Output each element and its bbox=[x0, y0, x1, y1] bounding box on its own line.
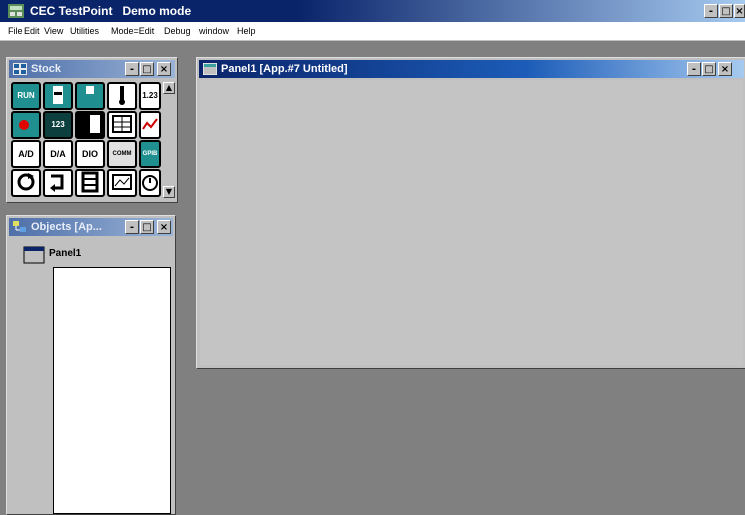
menu-mode[interactable]: Mode=Edit bbox=[111, 22, 154, 40]
picture-icon bbox=[112, 174, 132, 190]
stock-window: Stock - □ × RUN 1.23 123 A/D D/A DIO COM… bbox=[6, 57, 178, 203]
tool-thermometer[interactable] bbox=[107, 82, 137, 110]
menu-file[interactable]: File bbox=[8, 22, 23, 40]
tool-numeric-display[interactable]: 123 bbox=[43, 111, 73, 139]
tool-indicator-lamp[interactable] bbox=[11, 111, 41, 139]
tool-dio[interactable]: DIO bbox=[75, 140, 105, 168]
tool-switch[interactable] bbox=[75, 111, 105, 139]
objects-maximize-button[interactable]: □ bbox=[140, 220, 154, 234]
loop-arrow-icon bbox=[17, 173, 35, 191]
scroll-down-icon[interactable]: ▼ bbox=[163, 186, 175, 198]
panel1-close-button[interactable]: × bbox=[718, 62, 732, 76]
menu-help[interactable]: Help bbox=[237, 22, 256, 40]
objects-title-bar[interactable]: Objects [Ap... - □ × bbox=[9, 218, 173, 236]
tool-branch[interactable] bbox=[43, 169, 73, 197]
tool-graph[interactable] bbox=[139, 111, 161, 139]
app-title: CEC TestPoint Demo mode bbox=[30, 4, 192, 18]
tool-comm[interactable]: COMM bbox=[107, 140, 137, 168]
meter-bar-icon bbox=[86, 86, 94, 104]
switch-icon bbox=[90, 115, 100, 133]
objects-tree-icon bbox=[13, 221, 26, 232]
app-minimize-button[interactable]: - bbox=[704, 4, 718, 18]
stopwatch-icon bbox=[142, 175, 158, 191]
lamp-dot-icon bbox=[19, 120, 29, 130]
graph-icon bbox=[142, 118, 158, 130]
tool-timer[interactable] bbox=[139, 169, 161, 197]
stock-close-button[interactable]: × bbox=[157, 62, 171, 76]
branch-arrow-icon bbox=[50, 174, 64, 192]
stock-maximize-button[interactable]: □ bbox=[140, 62, 154, 76]
slider-icon bbox=[53, 86, 63, 104]
objects-close-button[interactable]: × bbox=[157, 220, 171, 234]
tool-picture[interactable] bbox=[107, 169, 137, 197]
tool-display[interactable]: 1.23 bbox=[139, 82, 161, 110]
stock-scrollbar[interactable]: ▲ ▼ bbox=[163, 82, 175, 198]
app-title-bar[interactable]: CEC TestPoint Demo mode - □ × bbox=[0, 0, 745, 22]
panel1-maximize-button[interactable]: □ bbox=[702, 62, 716, 76]
app-close-button[interactable]: × bbox=[734, 4, 745, 18]
stock-grid-icon bbox=[13, 63, 27, 75]
film-strip-icon bbox=[81, 171, 99, 193]
stock-title-bar[interactable]: Stock - □ × bbox=[9, 60, 175, 78]
menu-window[interactable]: window bbox=[199, 22, 229, 40]
panel-window-icon bbox=[23, 246, 45, 264]
stock-minimize-button[interactable]: - bbox=[125, 62, 139, 76]
tool-film[interactable] bbox=[75, 169, 105, 197]
tool-loop[interactable] bbox=[11, 169, 41, 197]
stock-title: Stock bbox=[31, 63, 61, 75]
tool-run[interactable]: RUN bbox=[11, 82, 41, 110]
panel1-title-bar[interactable]: Panel1 [App.#7 Untitled] - □ × bbox=[199, 60, 744, 78]
objects-tree-pane[interactable] bbox=[53, 267, 171, 514]
table-grid-icon bbox=[112, 115, 132, 133]
testpoint-app-icon bbox=[8, 4, 24, 18]
tool-slider[interactable] bbox=[43, 82, 73, 110]
menu-bar: File Edit View Utilities Mode=Edit Debug… bbox=[0, 22, 745, 41]
objects-title: Objects [Ap... bbox=[31, 221, 102, 233]
tool-table[interactable] bbox=[107, 111, 137, 139]
panel-window-icon bbox=[203, 63, 217, 75]
menu-edit[interactable]: Edit bbox=[24, 22, 40, 40]
tool-ad[interactable]: A/D bbox=[11, 140, 41, 168]
app-maximize-button[interactable]: □ bbox=[719, 4, 733, 18]
tool-da[interactable]: D/A bbox=[43, 140, 73, 168]
scroll-up-icon[interactable]: ▲ bbox=[163, 82, 175, 94]
panel1-title: Panel1 [App.#7 Untitled] bbox=[221, 63, 348, 75]
menu-debug[interactable]: Debug bbox=[164, 22, 191, 40]
thermometer-icon bbox=[119, 86, 125, 105]
panel1-minimize-button[interactable]: - bbox=[687, 62, 701, 76]
objects-window: Objects [Ap... - □ × Panel1 bbox=[6, 215, 176, 515]
menu-view[interactable]: View bbox=[44, 22, 63, 40]
tree-item-label: Panel1 bbox=[49, 248, 82, 259]
objects-minimize-button[interactable]: - bbox=[125, 220, 139, 234]
menu-utilities[interactable]: Utilities bbox=[70, 22, 99, 40]
panel1-window: Panel1 [App.#7 Untitled] - □ × bbox=[196, 57, 745, 369]
tool-gpib[interactable]: GPIB bbox=[139, 140, 161, 168]
tool-meter-bar[interactable] bbox=[75, 82, 105, 110]
panel1-canvas[interactable] bbox=[200, 80, 743, 365]
